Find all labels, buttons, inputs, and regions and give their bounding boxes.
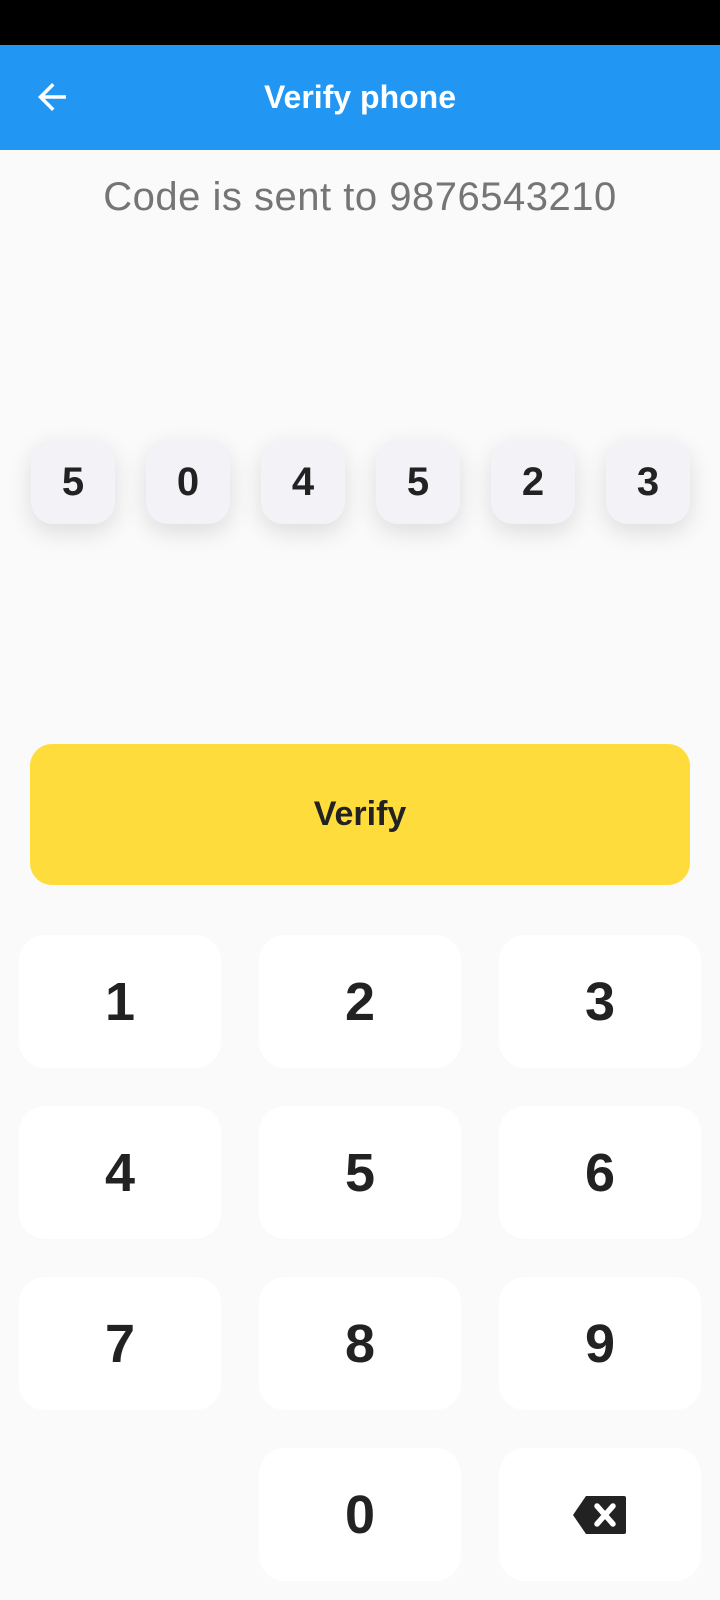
otp-digit-box[interactable]: 0: [146, 440, 230, 524]
otp-digit-box[interactable]: 5: [376, 440, 460, 524]
keypad-key-6[interactable]: 6: [499, 1106, 701, 1239]
keypad-key-3[interactable]: 3: [499, 935, 701, 1068]
page-title: Verify phone: [263, 79, 457, 115]
otp-digit-box[interactable]: 2: [491, 440, 575, 524]
keypad-key-9[interactable]: 9: [499, 1277, 701, 1410]
status-bar: [0, 0, 720, 45]
keypad-key-7[interactable]: 7: [19, 1277, 221, 1410]
keypad-key-4[interactable]: 4: [19, 1106, 221, 1239]
backspace-icon: [573, 1495, 626, 1534]
otp-digit-box[interactable]: 4: [261, 440, 345, 524]
otp-input-row: 5 0 4 5 2 3: [0, 440, 720, 524]
keypad-key-2[interactable]: 2: [259, 935, 461, 1068]
verify-button[interactable]: Verify: [30, 744, 690, 885]
app-bar: Verify phone: [0, 45, 720, 150]
otp-digit-box[interactable]: 3: [606, 440, 690, 524]
otp-digit-box[interactable]: 5: [31, 440, 115, 524]
keypad-key-1[interactable]: 1: [19, 935, 221, 1068]
code-sent-message: Code is sent to 9876543210: [103, 175, 617, 219]
backspace-button[interactable]: [499, 1448, 701, 1581]
keypad-key-0[interactable]: 0: [259, 1448, 461, 1581]
keypad-key-5[interactable]: 5: [259, 1106, 461, 1239]
keypad-key-8[interactable]: 8: [259, 1277, 461, 1410]
